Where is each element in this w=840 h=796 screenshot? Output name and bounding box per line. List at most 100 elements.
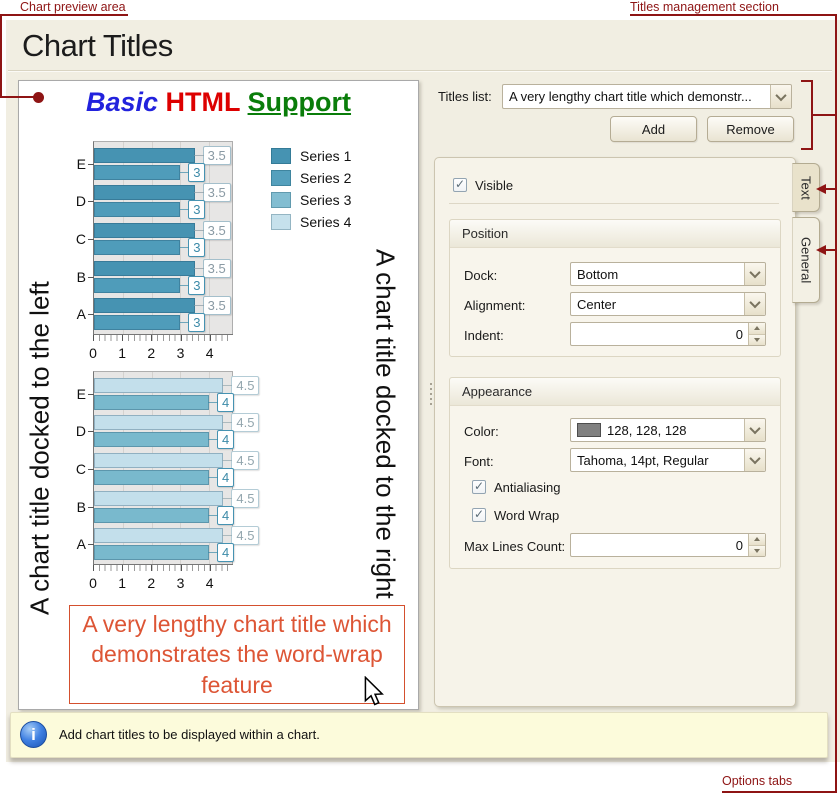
value-label: 3.5 [203,259,231,278]
remove-button[interactable]: Remove [707,116,794,142]
x-axis-labels: 01234 [93,575,233,591]
tab-general[interactable]: General [792,217,820,303]
callout-line-left-horizontal [0,96,36,98]
color-combobox[interactable]: 128, 128, 128 [570,418,766,442]
color-swatch [577,423,601,437]
chart-title-html: Basic HTML Support [19,87,418,118]
category-row: 4.54B [94,488,232,526]
callout-underline-left [0,14,128,16]
spin-down-icon[interactable] [749,546,765,557]
legend-label: Series 2 [300,170,351,186]
callout-line-right-vertical [835,14,837,791]
legend-swatch-icon [271,214,291,230]
bar: 3.5 [94,185,195,200]
bar: 4.5 [94,528,223,543]
x-axis-labels: 01234 [93,345,233,361]
indent-spinner[interactable]: 0 [570,322,766,346]
section-divider [449,203,779,204]
callout-bracket [811,80,813,150]
x-tick-label: 1 [118,345,126,361]
annotation-chart-preview-area: Chart preview area [20,0,126,14]
max-lines-value: 0 [571,538,748,553]
major-tick [210,565,211,571]
bar: 3.5 [94,298,195,313]
mouse-cursor [360,676,386,708]
spin-down-icon[interactable] [749,335,765,346]
visible-checkbox[interactable] [453,178,467,192]
category-label: B [66,269,86,285]
alignment-label: Alignment: [464,298,525,313]
spin-up-icon[interactable] [749,323,765,335]
spin-up-icon[interactable] [749,534,765,546]
max-lines-label: Max Lines Count: [464,539,565,554]
titles-list-label: Titles list: [438,89,492,104]
x-tick-label: 4 [206,575,214,591]
callout-bracket-tick-top [801,80,811,82]
legend-label: Series 4 [300,214,351,230]
chart-preview-panel: Basic HTML Support A chart title docked … [18,80,419,710]
dock-label: Dock: [464,268,497,283]
x-tick-label: 2 [147,345,155,361]
color-value: 128, 128, 128 [601,423,744,438]
chevron-down-icon[interactable] [744,419,765,441]
bar: 3 [94,278,180,293]
value-label: 3.5 [203,146,231,165]
category-row: 4.54A [94,525,232,563]
position-group-header: Position [450,220,780,248]
chevron-down-icon[interactable] [770,85,791,108]
callout-branch [812,114,837,116]
value-label: 3.5 [203,296,231,315]
titles-list-combobox[interactable]: A very lengthy chart title which demonst… [502,84,792,109]
category-row: 4.54E [94,375,232,413]
value-label: 4.5 [231,489,259,508]
major-tick [93,565,94,571]
category-row: 4.54C [94,450,232,488]
callout-bracket-tick-bottom [801,148,811,150]
chevron-down-icon[interactable] [744,293,765,315]
bar: 4.5 [94,415,223,430]
chevron-down-icon[interactable] [744,449,765,471]
category-row: 3.53E [94,145,232,183]
bar-chart-top: 3.53E3.53D3.53C3.53B3.53A 01234 [93,141,233,361]
title-word-support: Support [248,87,351,117]
value-label: 4 [217,543,234,562]
annotation-titles-management: Titles management section [630,0,779,14]
title-word-basic: Basic [86,87,158,117]
callout-arrow-text-line [826,188,837,190]
category-label: A [66,536,86,552]
legend-swatch-icon [271,148,291,164]
dock-value: Bottom [571,267,744,282]
word-wrap-label: Word Wrap [494,508,559,523]
value-label: 3 [188,276,205,295]
value-label: 4.5 [231,451,259,470]
value-label: 3 [188,200,205,219]
add-button[interactable]: Add [610,116,697,142]
major-tick [181,335,182,341]
value-label: 4 [217,430,234,449]
antialiasing-checkbox[interactable] [472,480,486,494]
font-value: Tahoma, 14pt, Regular [571,453,744,468]
value-label: 4 [217,393,234,412]
word-wrap-checkbox[interactable] [472,508,486,522]
x-tick-label: 2 [147,575,155,591]
callout-arrow-general-line [826,249,837,251]
legend-label: Series 1 [300,148,351,164]
legend-item: Series 1 [271,147,351,164]
font-combobox[interactable]: Tahoma, 14pt, Regular [570,448,766,472]
major-tick [181,565,182,571]
category-label: A [66,306,86,322]
max-lines-spinner[interactable]: 0 [570,533,766,557]
chevron-down-icon[interactable] [744,263,765,285]
bar: 4 [94,395,209,410]
callout-line-left-vertical [0,14,2,98]
plot-area: 3.53E3.53D3.53C3.53B3.53A [93,141,233,334]
bar: 3.5 [94,261,195,276]
value-label: 3 [188,163,205,182]
category-row: 4.54D [94,413,232,451]
appearance-group-header: Appearance [450,378,780,406]
dock-combobox[interactable]: Bottom [570,262,766,286]
major-tick [122,335,123,341]
title-word-html: HTML [166,87,241,117]
bar: 4.5 [94,491,223,506]
alignment-combobox[interactable]: Center [570,292,766,316]
